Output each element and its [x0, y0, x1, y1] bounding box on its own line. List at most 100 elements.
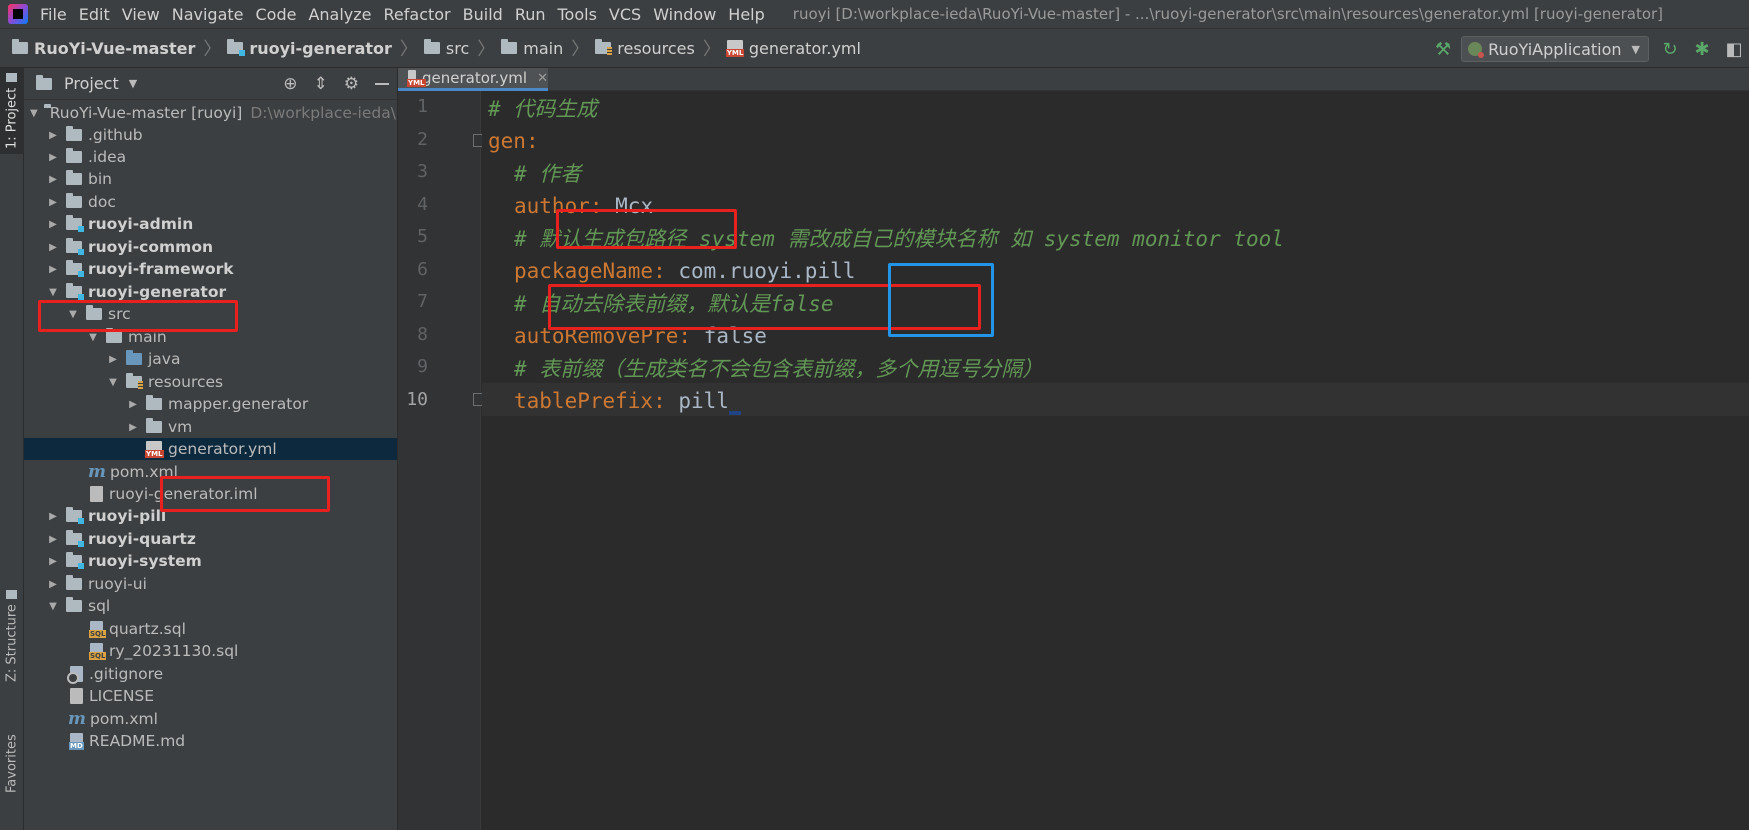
tree-item-ruoyi-admin[interactable]: ▶ ruoyi-admin	[24, 213, 397, 235]
dropdown-arrow-icon[interactable]: ▼	[129, 77, 137, 90]
tree-item-ruoyi-common[interactable]: ▶ ruoyi-common	[24, 236, 397, 258]
breadcrumb-main[interactable]: main 〉	[501, 35, 595, 61]
yaml-separator: :	[653, 258, 679, 283]
tree-item-gitignore[interactable]: .gitignore	[24, 663, 397, 685]
tree-item-generator-yml[interactable]: generator.yml	[24, 438, 397, 460]
collapsed-arrow-icon[interactable]: ▶	[46, 197, 60, 208]
tree-item-label: ruoyi-ui	[88, 575, 147, 593]
code-editor[interactable]: # 代码生成 gen: # 作者 author: Mcx # 默认生成包路径 s…	[482, 91, 1749, 830]
expanded-arrow-icon[interactable]: ▼	[106, 377, 120, 388]
tree-item-readme[interactable]: README.md	[24, 730, 397, 752]
tree-item-label: .gitignore	[89, 665, 164, 683]
code-line: # 表前缀（生成类名不会包含表前缀，多个用逗号分隔）	[514, 351, 1043, 384]
hide-panel-icon[interactable]	[375, 83, 389, 85]
window-title: ruoyi [D:\workplace-ieda\RuoYi-Vue-maste…	[792, 5, 1664, 23]
menu-navigate[interactable]: Navigate	[166, 5, 250, 24]
project-view-selector[interactable]: Project	[64, 74, 119, 93]
tree-item-mapper-generator[interactable]: ▶ mapper.generator	[24, 393, 397, 415]
expanded-arrow-icon[interactable]: ▼	[30, 108, 38, 119]
tool-tab-structure[interactable]: Z: Structure	[0, 588, 24, 684]
menu-window[interactable]: Window	[647, 5, 722, 24]
coverage-icon[interactable]: ◧	[1723, 39, 1745, 60]
tree-item-ruoyi-ui[interactable]: ▶ ruoyi-ui	[24, 573, 397, 595]
tool-tab-project[interactable]: 1: Project	[0, 68, 24, 154]
tree-item-ruoyi-framework[interactable]: ▶ ruoyi-framework	[24, 258, 397, 280]
tree-item-bin[interactable]: ▶ bin	[24, 168, 397, 190]
collapsed-arrow-icon[interactable]: ▶	[46, 264, 60, 275]
folder-icon	[12, 39, 28, 54]
breadcrumb-label: ruoyi-generator	[249, 38, 392, 58]
collapsed-arrow-icon[interactable]: ▶	[106, 354, 120, 365]
menu-analyze[interactable]: Analyze	[302, 5, 377, 24]
collapsed-arrow-icon[interactable]: ▶	[46, 556, 60, 567]
line-number: 9	[417, 356, 428, 377]
collapsed-arrow-icon[interactable]: ▶	[46, 579, 60, 590]
tree-item-sql[interactable]: ▼ sql	[24, 595, 397, 617]
editor-tab-bar: generator.yml ✕	[398, 68, 1749, 91]
breadcrumb-resources[interactable]: resources 〉	[595, 35, 727, 61]
tool-tab-label: Favorites	[4, 734, 20, 794]
breadcrumb-module[interactable]: ruoyi-generator 〉	[227, 35, 424, 61]
menu-build[interactable]: Build	[457, 5, 509, 24]
tree-item-label: ruoyi-system	[88, 552, 202, 570]
menu-tools[interactable]: Tools	[552, 5, 603, 24]
close-icon[interactable]: ✕	[537, 71, 548, 86]
collapsed-arrow-icon[interactable]: ▶	[46, 511, 60, 522]
tree-item-ruoyi-system[interactable]: ▶ ruoyi-system	[24, 550, 397, 572]
module-folder-icon	[66, 283, 84, 300]
collapsed-arrow-icon[interactable]: ▶	[126, 399, 140, 410]
module-folder-icon	[66, 530, 84, 547]
collapsed-arrow-icon[interactable]: ▶	[46, 174, 60, 185]
expanded-arrow-icon[interactable]: ▼	[46, 287, 60, 298]
collapsed-arrow-icon[interactable]: ▶	[46, 534, 60, 545]
module-folder-icon	[66, 238, 84, 255]
breadcrumb-src[interactable]: src 〉	[423, 35, 501, 61]
tree-item-resources[interactable]: ▼ resources	[24, 371, 397, 393]
collapsed-arrow-icon[interactable]: ▶	[126, 422, 140, 433]
editor-tab-generator-yml[interactable]: generator.yml ✕	[398, 68, 548, 91]
tool-tab-favorites[interactable]: Favorites	[0, 698, 24, 830]
tree-item-java[interactable]: ▶ java	[24, 348, 397, 370]
tree-item-root[interactable]: ▼ RuoYi-Vue-master [ruoyi] D:\workplace-…	[24, 102, 397, 124]
collapse-all-icon[interactable]: ⇕	[314, 74, 328, 94]
code-line: tablePrefix: pill	[514, 384, 741, 417]
rerun-icon[interactable]: ↻	[1659, 39, 1681, 60]
breadcrumb-file[interactable]: generator.yml	[725, 39, 861, 58]
collapsed-arrow-icon[interactable]: ▶	[46, 242, 60, 253]
menu-code[interactable]: Code	[250, 5, 303, 24]
markdown-file-icon	[69, 733, 84, 750]
tree-item-doc[interactable]: ▶ doc	[24, 191, 397, 213]
text-cursor	[728, 410, 741, 415]
expanded-arrow-icon[interactable]: ▼	[46, 601, 60, 612]
tree-item-github[interactable]: ▶ .github	[24, 124, 397, 146]
menu-help[interactable]: Help	[722, 5, 770, 24]
menu-vcs[interactable]: VCS	[603, 5, 647, 24]
expanded-arrow-icon[interactable]: ▼	[86, 332, 100, 343]
tree-item-ry-sql[interactable]: ry_20231130.sql	[24, 640, 397, 662]
locate-file-icon[interactable]: ⊕	[283, 74, 297, 94]
menu-bar: File Edit View Navigate Code Analyze Ref…	[0, 0, 1749, 28]
folder-icon	[146, 418, 162, 433]
collapsed-arrow-icon[interactable]: ▶	[46, 219, 60, 230]
yml-file-icon	[145, 441, 164, 458]
yaml-separator: :	[653, 388, 679, 413]
menu-file[interactable]: File	[34, 5, 73, 24]
menu-run[interactable]: Run	[509, 5, 552, 24]
chevron-right-icon: 〉	[571, 39, 590, 60]
tree-item-idea[interactable]: ▶ .idea	[24, 146, 397, 168]
debug-bug-icon[interactable]: ✱	[1691, 39, 1713, 60]
collapsed-arrow-icon[interactable]: ▶	[46, 152, 60, 163]
tree-item-license[interactable]: LICENSE	[24, 685, 397, 707]
tree-item-quartz-sql[interactable]: quartz.sql	[24, 618, 397, 640]
collapsed-arrow-icon[interactable]: ▶	[46, 130, 60, 141]
breadcrumb-project[interactable]: RuoYi-Vue-master 〉	[12, 35, 227, 61]
build-hammer-icon[interactable]: ⚒	[1435, 39, 1451, 60]
menu-view[interactable]: View	[116, 5, 166, 24]
tree-item-root-pom[interactable]: m pom.xml	[24, 708, 397, 730]
run-configuration-select[interactable]: RuoYiApplication ▼	[1461, 36, 1649, 62]
tree-item-ruoyi-quartz[interactable]: ▶ ruoyi-quartz	[24, 528, 397, 550]
tree-item-vm[interactable]: ▶ vm	[24, 416, 397, 438]
menu-refactor[interactable]: Refactor	[378, 5, 457, 24]
gear-icon[interactable]: ⚙	[344, 74, 359, 94]
menu-edit[interactable]: Edit	[73, 5, 116, 24]
